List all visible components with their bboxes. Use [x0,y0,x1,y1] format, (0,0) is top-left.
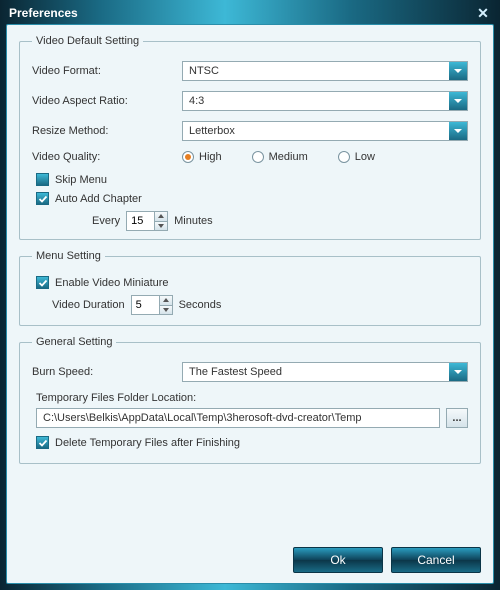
minutes-label: Minutes [174,215,213,227]
enable-miniature-label: Enable Video Miniature [55,277,169,289]
cancel-button[interactable]: Cancel [391,547,481,573]
quality-high-radio[interactable]: High [182,151,222,163]
window-title: Preferences [9,6,78,20]
video-quality-label: Video Quality: [32,151,182,163]
burn-speed-value: The Fastest Speed [189,366,282,378]
titlebar: Preferences ✕ [1,1,499,25]
video-format-label: Video Format: [32,65,182,77]
skip-menu-label: Skip Menu [55,174,107,186]
dialog-body: Video Default Setting Video Format: NTSC… [6,24,494,584]
ok-label: Ok [330,553,345,567]
radio-icon [338,151,350,163]
spinner-down-icon[interactable] [160,306,172,315]
quality-low-radio[interactable]: Low [338,151,375,163]
cancel-label: Cancel [417,553,454,567]
video-default-group: Video Default Setting Video Format: NTSC… [19,35,481,240]
radio-icon [252,151,264,163]
video-format-select[interactable]: NTSC [182,61,468,81]
spinner-down-icon[interactable] [155,222,167,231]
video-duration-input[interactable] [131,295,159,315]
every-label: Every [92,215,120,227]
chevron-down-icon [449,363,467,381]
quality-medium-radio[interactable]: Medium [252,151,308,163]
chevron-down-icon [449,92,467,110]
temp-folder-path[interactable]: C:\Users\Belkis\AppData\Local\Temp\3hero… [36,408,440,428]
checkbox-checked-icon [36,436,49,449]
preferences-window: Preferences ✕ Video Default Setting Vide… [0,0,500,590]
menu-setting-group: Menu Setting Enable Video Miniature Vide… [19,250,481,326]
dialog-buttons: Ok Cancel [293,547,481,573]
quality-medium-label: Medium [269,151,308,163]
quality-low-label: Low [355,151,375,163]
temp-folder-label: Temporary Files Folder Location: [36,392,468,404]
spinner-up-icon[interactable] [155,212,167,222]
checkbox-checked-icon [36,276,49,289]
checkbox-checked-icon [36,192,49,205]
radio-icon [182,151,194,163]
skip-menu-checkbox[interactable]: Skip Menu [36,173,468,186]
video-duration-row: Video Duration Seconds [52,295,468,315]
video-aspect-label: Video Aspect Ratio: [32,95,182,107]
chevron-down-icon [449,62,467,80]
quality-high-label: High [199,151,222,163]
menu-setting-legend: Menu Setting [32,250,105,262]
delete-temp-checkbox[interactable]: Delete Temporary Files after Finishing [36,436,468,449]
chevron-down-icon [449,122,467,140]
seconds-label: Seconds [179,299,222,311]
video-default-legend: Video Default Setting [32,35,143,47]
temp-folder-path-text: C:\Users\Belkis\AppData\Local\Temp\3hero… [43,412,362,424]
resize-method-select[interactable]: Letterbox [182,121,468,141]
chapter-minutes-input[interactable] [126,211,154,231]
burn-speed-label: Burn Speed: [32,366,182,378]
auto-add-chapter-label: Auto Add Chapter [55,193,142,205]
spinner-up-icon[interactable] [160,296,172,306]
browse-label: ... [452,412,461,424]
video-quality-radiogroup: High Medium Low [182,151,468,163]
chapter-interval-row: Every Minutes [92,211,468,231]
burn-speed-select[interactable]: The Fastest Speed [182,362,468,382]
resize-method-value: Letterbox [189,125,235,137]
checkbox-icon [36,173,49,186]
video-duration-label: Video Duration [52,299,125,311]
general-setting-legend: General Setting [32,336,116,348]
resize-method-label: Resize Method: [32,125,182,137]
video-duration-spinner[interactable] [131,295,173,315]
chapter-minutes-spinner[interactable] [126,211,168,231]
browse-button[interactable]: ... [446,408,468,428]
general-setting-group: General Setting Burn Speed: The Fastest … [19,336,481,464]
close-icon[interactable]: ✕ [475,5,491,21]
video-format-value: NTSC [189,65,219,77]
ok-button[interactable]: Ok [293,547,383,573]
auto-add-chapter-checkbox[interactable]: Auto Add Chapter [36,192,468,205]
video-aspect-select[interactable]: 4:3 [182,91,468,111]
video-aspect-value: 4:3 [189,95,204,107]
enable-miniature-checkbox[interactable]: Enable Video Miniature [36,276,468,289]
delete-temp-label: Delete Temporary Files after Finishing [55,437,240,449]
